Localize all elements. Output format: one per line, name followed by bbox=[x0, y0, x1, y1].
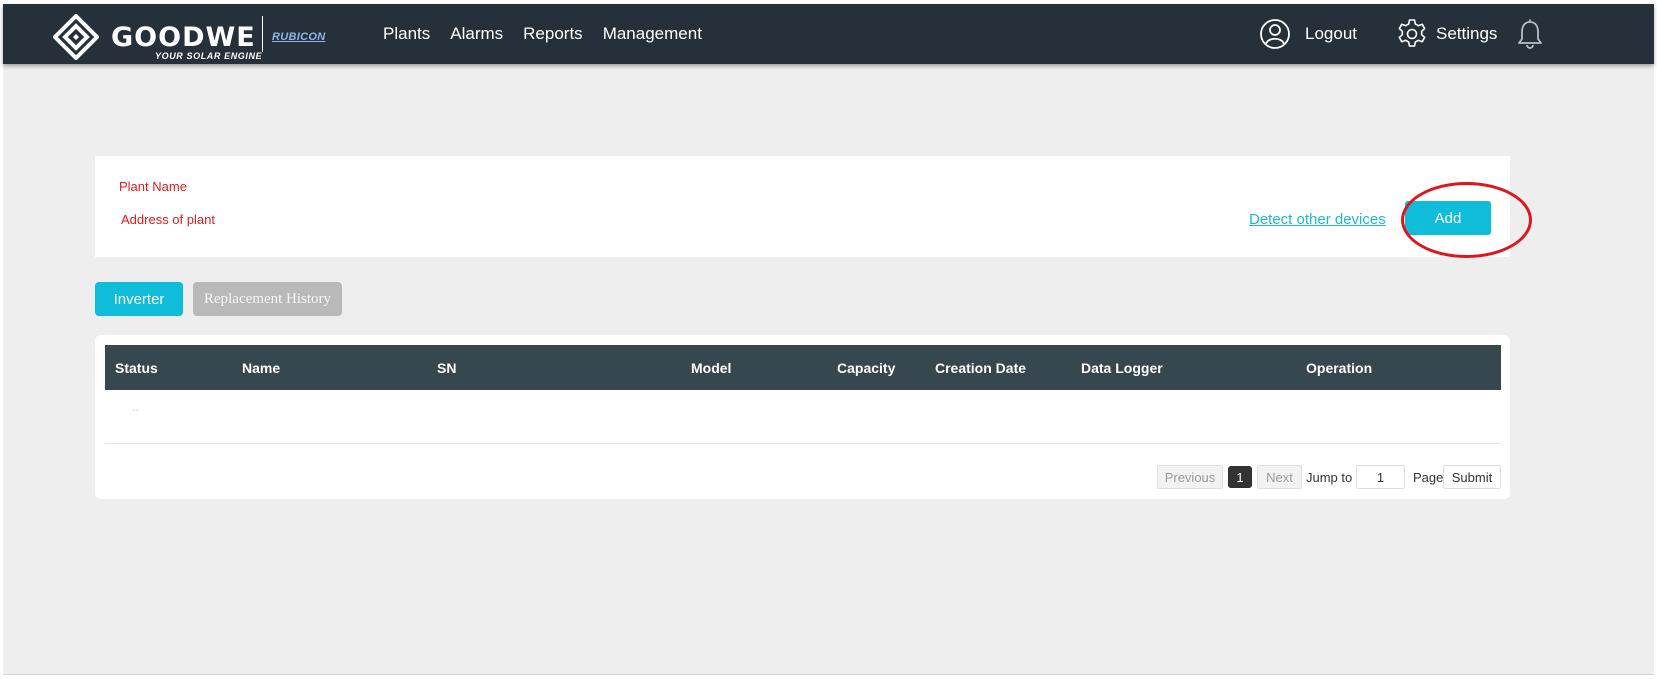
logout-button[interactable]: Logout bbox=[1259, 18, 1357, 50]
current-page-button[interactable]: 1 bbox=[1228, 466, 1252, 488]
device-table-card: Status Name SN Model Capacity Creation D… bbox=[95, 335, 1510, 499]
nav-item-alarms[interactable]: Alarms bbox=[450, 24, 503, 44]
tab-inverter[interactable]: Inverter bbox=[95, 282, 183, 316]
logout-label: Logout bbox=[1305, 24, 1357, 43]
table-row-divider bbox=[105, 443, 1501, 444]
top-navbar: GOODWE YOUR SOLAR ENGINE RUBICON Plants … bbox=[3, 4, 1654, 64]
detect-other-devices-link[interactable]: Detect other devices bbox=[1249, 211, 1386, 228]
app-frame: GOODWE YOUR SOLAR ENGINE RUBICON Plants … bbox=[3, 4, 1654, 675]
plant-name-label: Plant Name bbox=[119, 179, 187, 194]
next-page-button[interactable]: Next bbox=[1257, 465, 1302, 489]
column-operation[interactable]: Operation bbox=[1306, 360, 1372, 376]
submit-page-button[interactable]: Submit bbox=[1443, 465, 1501, 489]
column-sn[interactable]: SN bbox=[437, 360, 456, 376]
jump-page-input[interactable] bbox=[1356, 465, 1405, 489]
column-status[interactable]: Status bbox=[115, 360, 158, 376]
main-nav: Plants Alarms Reports Management bbox=[383, 24, 702, 44]
partner-logo: RUBICON bbox=[272, 31, 326, 43]
column-creation-date[interactable]: Creation Date bbox=[935, 360, 1026, 376]
bell-icon[interactable] bbox=[1517, 19, 1543, 49]
column-name[interactable]: Name bbox=[242, 360, 280, 376]
nav-item-reports[interactable]: Reports bbox=[523, 24, 583, 44]
empty-status-value: -- bbox=[132, 405, 139, 416]
plant-address-label: Address of plant bbox=[121, 212, 215, 227]
column-data-logger[interactable]: Data Logger bbox=[1081, 360, 1163, 376]
add-button[interactable]: Add bbox=[1405, 201, 1491, 235]
settings-button[interactable]: Settings bbox=[1396, 18, 1497, 50]
settings-label: Settings bbox=[1436, 24, 1498, 43]
nav-item-management[interactable]: Management bbox=[603, 24, 702, 44]
column-capacity[interactable]: Capacity bbox=[837, 360, 895, 376]
brand-name: GOODWE bbox=[111, 22, 256, 53]
page-label: Page bbox=[1413, 469, 1444, 485]
brand-tagline: YOUR SOLAR ENGINE bbox=[155, 51, 263, 61]
goodwe-logo-icon bbox=[53, 14, 99, 60]
gear-icon bbox=[1398, 19, 1426, 47]
user-icon bbox=[1260, 19, 1290, 49]
column-model[interactable]: Model bbox=[691, 360, 731, 376]
logo-divider bbox=[262, 16, 263, 52]
tab-replacement-history[interactable]: Replacement History bbox=[193, 282, 342, 316]
plant-info-panel: Plant Name Address of plant Detect other… bbox=[95, 156, 1510, 257]
previous-page-button[interactable]: Previous bbox=[1157, 465, 1223, 489]
nav-item-plants[interactable]: Plants bbox=[383, 24, 430, 44]
jump-to-label: Jump to bbox=[1306, 469, 1353, 485]
table-header: Status Name SN Model Capacity Creation D… bbox=[105, 345, 1501, 390]
